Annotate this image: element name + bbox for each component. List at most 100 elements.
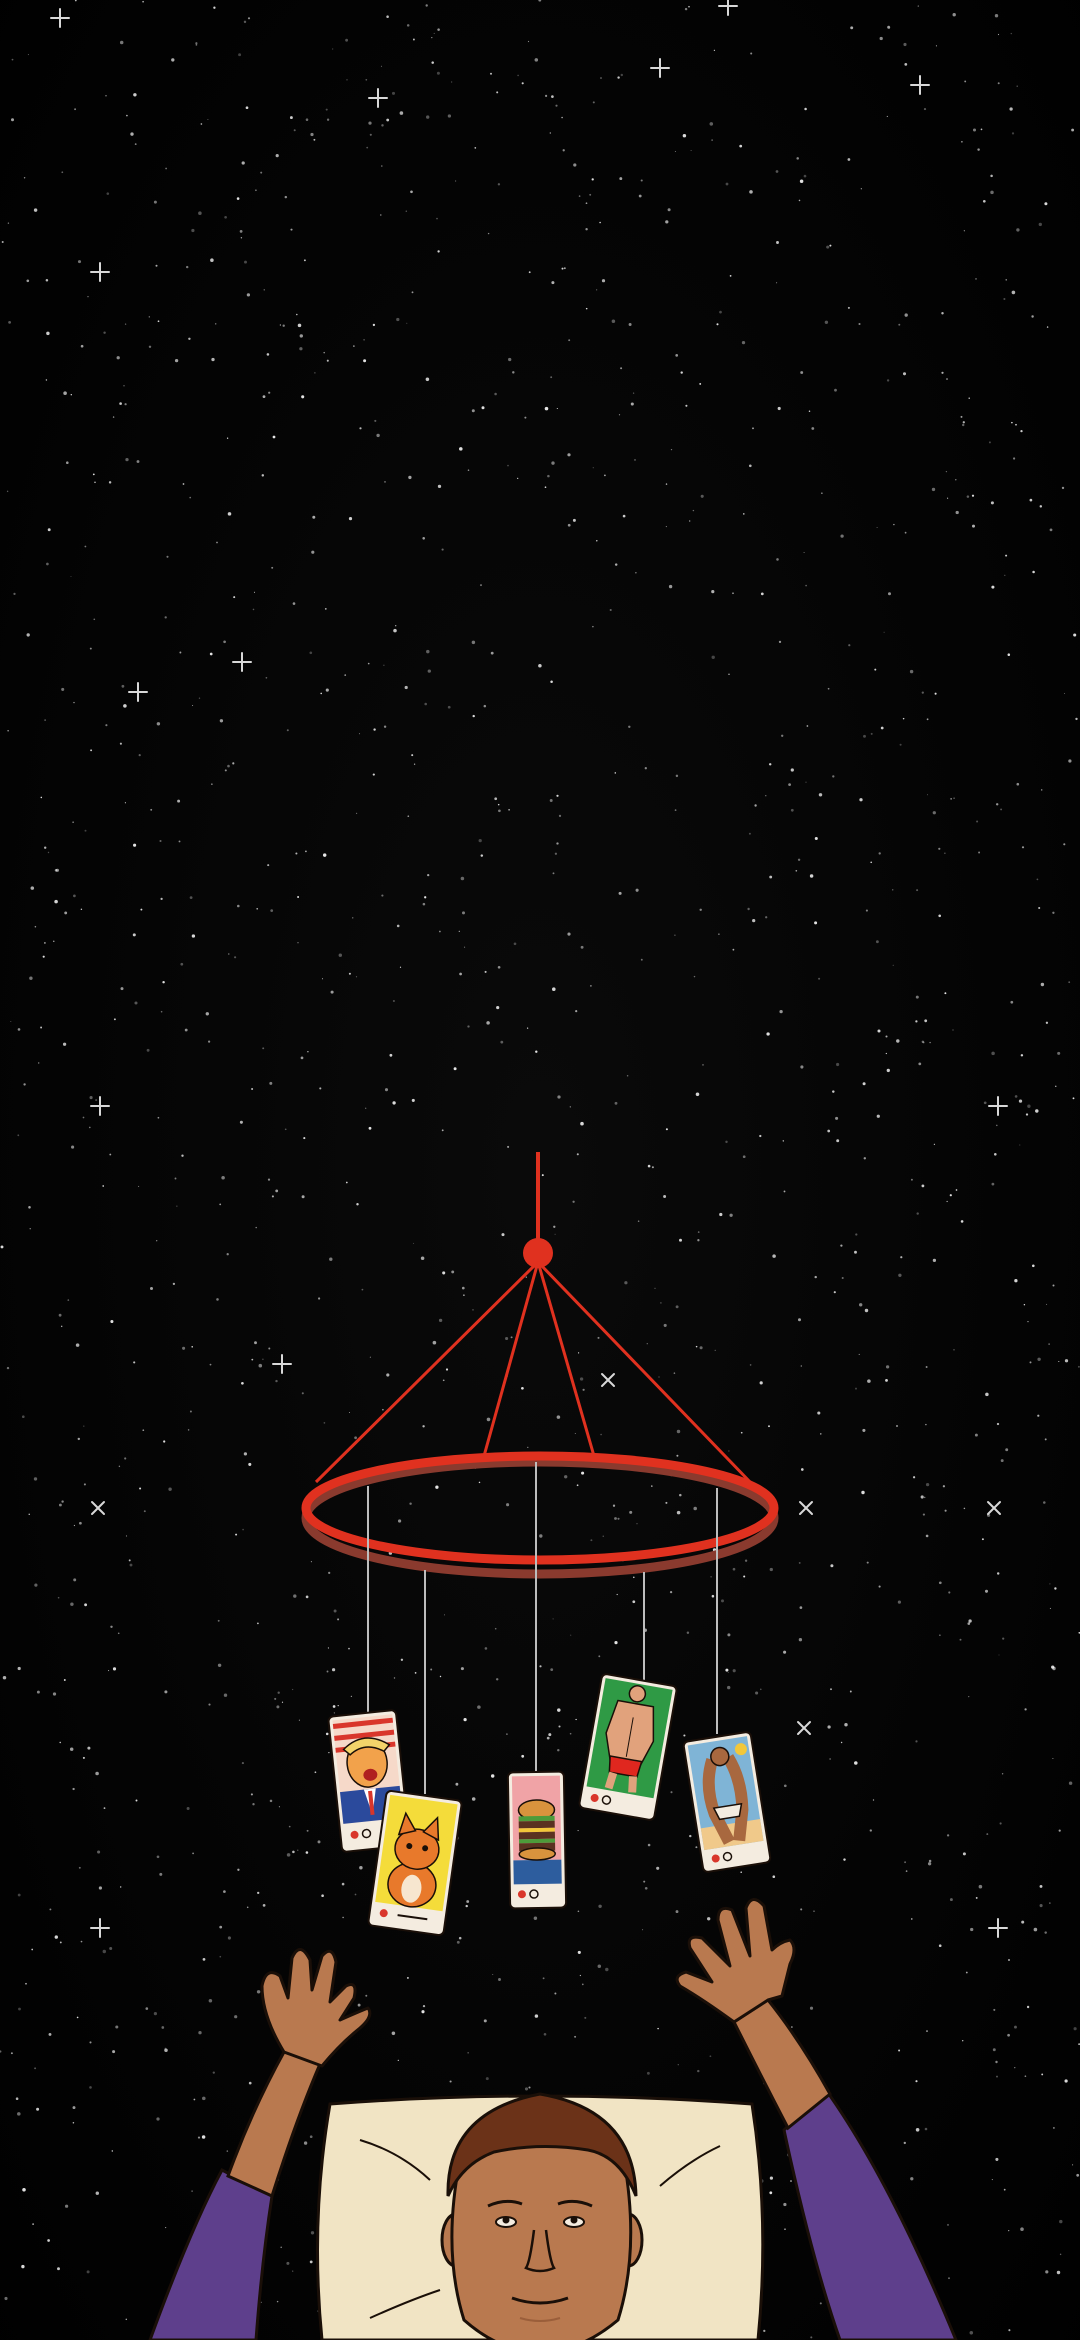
star <box>11 118 14 122</box>
star <box>915 995 919 999</box>
star <box>945 470 948 473</box>
star <box>89 647 92 650</box>
star <box>814 921 818 925</box>
star <box>769 1567 773 1572</box>
star <box>525 1276 527 1278</box>
star <box>510 1336 513 1339</box>
star <box>348 517 353 521</box>
star <box>292 2270 294 2272</box>
star <box>23 1083 26 1086</box>
star <box>986 1833 989 1836</box>
star <box>380 65 383 67</box>
star <box>374 419 377 422</box>
star <box>1033 1927 1038 1932</box>
star <box>205 1012 209 1016</box>
star <box>74 108 77 111</box>
star <box>372 323 376 327</box>
star <box>725 1140 728 1144</box>
star <box>275 1189 279 1193</box>
star <box>257 1891 260 1895</box>
star <box>784 2228 786 2230</box>
star <box>1075 717 1078 721</box>
star <box>765 795 767 797</box>
star <box>21 1415 25 1419</box>
star <box>506 1503 510 1507</box>
star <box>752 918 756 923</box>
star <box>404 685 408 690</box>
star <box>113 1018 116 1021</box>
star <box>252 608 255 611</box>
star <box>923 108 927 111</box>
star <box>905 1870 908 1872</box>
star <box>163 1440 166 1443</box>
star <box>555 104 558 107</box>
star <box>463 1294 465 1296</box>
star <box>1008 2329 1011 2332</box>
star <box>669 1590 673 1594</box>
star <box>713 49 716 51</box>
star <box>880 726 884 730</box>
star <box>640 179 643 182</box>
star <box>355 976 358 978</box>
star <box>517 74 519 77</box>
star <box>292 1850 295 1854</box>
star <box>164 616 167 619</box>
star <box>191 228 195 233</box>
star <box>1061 486 1065 490</box>
star <box>94 481 96 484</box>
star <box>219 719 224 723</box>
star <box>73 894 76 898</box>
star <box>124 1457 127 1460</box>
star <box>286 729 289 732</box>
star <box>195 42 198 45</box>
star <box>119 40 124 45</box>
star <box>564 1475 568 1479</box>
star <box>682 133 687 138</box>
star <box>253 591 256 593</box>
star <box>191 1346 193 1348</box>
star <box>575 1718 577 1721</box>
star <box>1049 1607 1051 1609</box>
star <box>975 278 977 280</box>
star <box>464 946 466 948</box>
star <box>673 1372 676 1374</box>
star <box>322 853 327 857</box>
star <box>161 2026 165 2029</box>
star <box>332 48 334 50</box>
star <box>303 259 306 262</box>
star <box>1025 1113 1029 1116</box>
star <box>635 572 637 574</box>
star <box>211 783 213 785</box>
star <box>327 1647 329 1649</box>
star <box>44 719 46 721</box>
star <box>474 147 477 149</box>
star <box>157 320 160 323</box>
star <box>432 1340 437 1345</box>
star <box>867 1379 871 1383</box>
star <box>665 220 669 224</box>
star <box>23 177 26 179</box>
star <box>47 528 51 532</box>
star <box>934 692 937 695</box>
star <box>547 474 550 478</box>
star <box>395 625 397 627</box>
star <box>632 392 635 394</box>
star <box>790 808 794 812</box>
star <box>125 2318 128 2321</box>
star <box>369 133 372 136</box>
star <box>272 435 276 439</box>
star <box>844 1722 848 1727</box>
star <box>729 1213 733 1217</box>
star <box>411 1098 415 1102</box>
star <box>216 1298 219 1301</box>
star <box>554 852 558 855</box>
star <box>568 339 571 342</box>
star <box>224 769 227 772</box>
star <box>972 128 977 132</box>
star <box>709 122 714 126</box>
star <box>922 1513 925 1516</box>
star <box>777 406 781 411</box>
star <box>1063 843 1066 846</box>
star <box>297 896 300 898</box>
star <box>810 2336 813 2339</box>
